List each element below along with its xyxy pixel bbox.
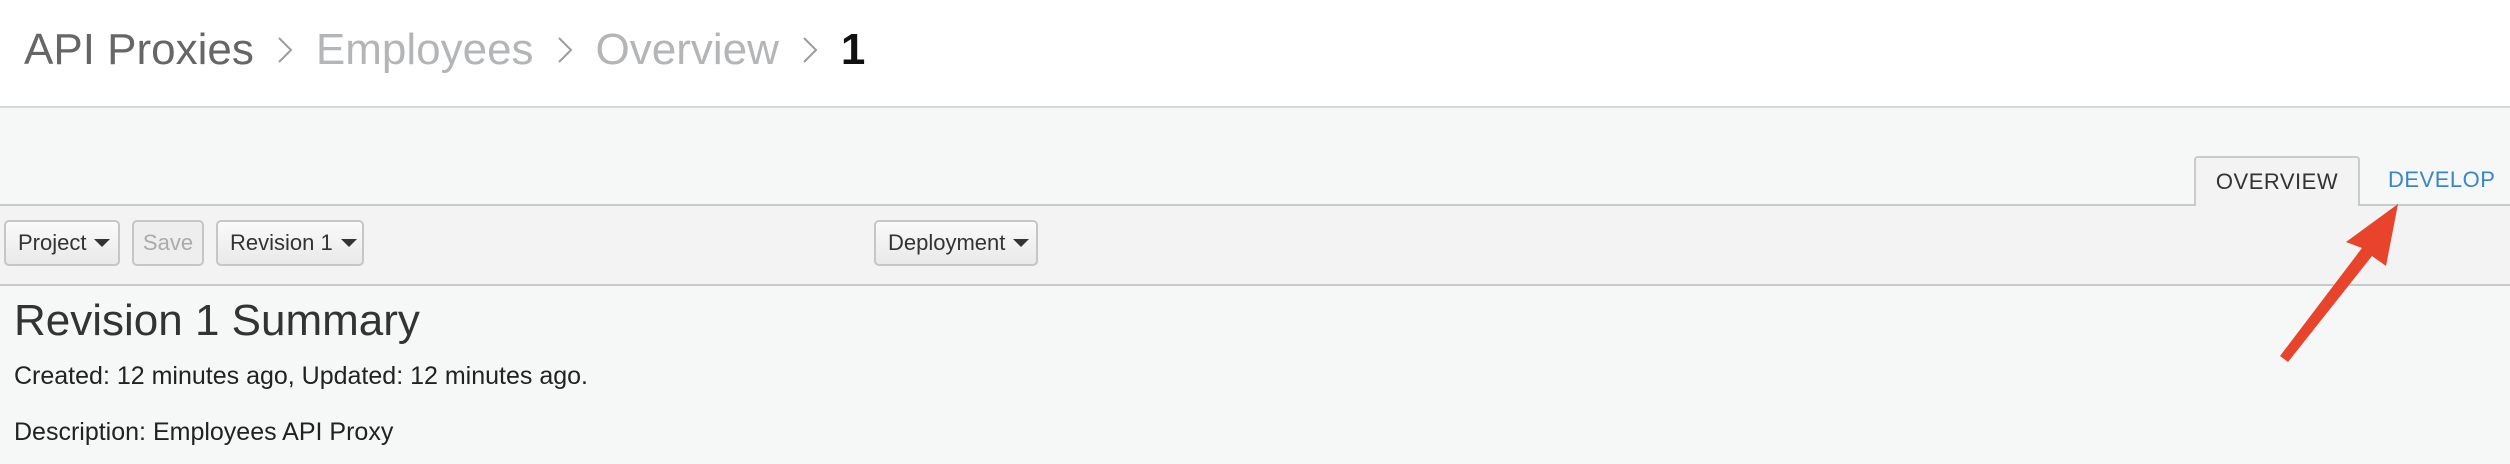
page-header: API Proxies Employees Overview 1 bbox=[0, 0, 2510, 108]
chevron-right-icon bbox=[556, 34, 574, 66]
summary-title: Revision 1 Summary bbox=[14, 296, 420, 345]
description-text: Description: Employees API Proxy bbox=[14, 418, 394, 446]
project-label: Project bbox=[18, 230, 87, 255]
toolbar: Project Save Revision 1 Deployment bbox=[0, 206, 2510, 286]
caret-down-icon bbox=[94, 239, 111, 247]
deployment-dropdown-button[interactable]: Deployment bbox=[874, 220, 1038, 266]
breadcrumb-current: 1 bbox=[840, 25, 866, 74]
breadcrumb-overview[interactable]: Overview bbox=[596, 25, 779, 75]
revision-dropdown-button[interactable]: Revision 1 bbox=[216, 220, 364, 266]
save-label: Save bbox=[142, 230, 194, 255]
breadcrumb-api-proxies[interactable]: API Proxies bbox=[24, 25, 254, 75]
created-updated-text: Created: 12 minutes ago, Updated: 12 min… bbox=[14, 362, 588, 390]
tab-bar: OVERVIEW DEVELOP bbox=[0, 108, 2510, 206]
caret-down-icon bbox=[1013, 239, 1030, 247]
deployment-label: Deployment bbox=[888, 230, 1006, 255]
chevron-right-icon bbox=[801, 34, 819, 66]
annotation-arrow-icon bbox=[2280, 204, 2398, 362]
breadcrumb-employees[interactable]: Employees bbox=[316, 25, 534, 75]
chevron-right-icon bbox=[276, 34, 294, 66]
save-button[interactable]: Save bbox=[132, 220, 204, 266]
revision-label: Revision 1 bbox=[230, 230, 333, 255]
breadcrumb: API Proxies Employees Overview 1 bbox=[24, 20, 865, 80]
project-dropdown-button[interactable]: Project bbox=[4, 220, 120, 266]
caret-down-icon bbox=[340, 239, 357, 247]
